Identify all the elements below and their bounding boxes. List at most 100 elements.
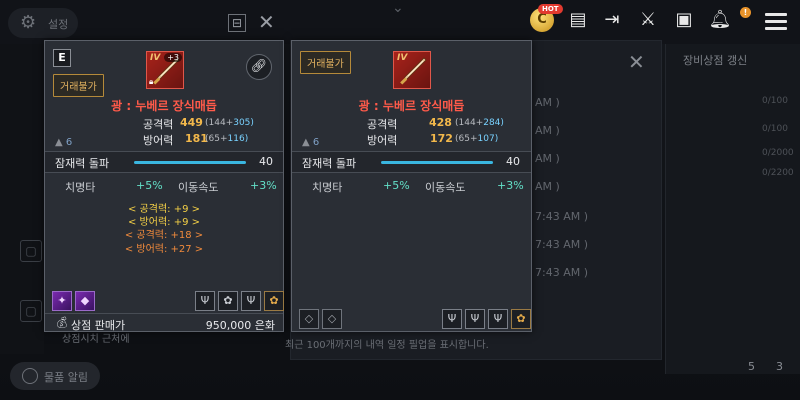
- bonus-line: < 공격력: +18 >: [124, 230, 204, 241]
- side-count: 0/2000: [762, 148, 794, 158]
- tier-label: IV: [150, 53, 161, 63]
- side-count: 0/2200: [762, 168, 794, 178]
- history-time: AM ): [535, 152, 560, 165]
- exit-icon[interactable]: ⇥: [600, 8, 624, 32]
- side-icon[interactable]: ▢: [20, 240, 42, 262]
- crit-label: 치명타: [65, 181, 96, 194]
- hot-badge: HOT: [538, 4, 563, 14]
- weight: ▲ 6: [302, 137, 319, 148]
- price-label: 상점 판매가: [71, 319, 126, 332]
- shop-price-row: 💰︎ 상점 판매가 950,000 은화: [45, 313, 283, 332]
- weight: ▲ 6: [55, 137, 72, 148]
- defense-label: 방어력: [367, 134, 398, 147]
- bell-outline-icon: [22, 368, 38, 384]
- rune-flower-gold-icon[interactable]: ✿: [511, 309, 531, 329]
- menu-bar: [765, 13, 787, 16]
- defense-value: 172: [430, 132, 453, 145]
- speed-label: 이동속도: [178, 181, 219, 194]
- item-name: 광 : 누베르 장식매듭: [358, 99, 465, 113]
- history-footnote: 최근 100개까지의 내역 일정 필업을 표시합니다.: [285, 340, 489, 351]
- speed-label: 이동속도: [425, 181, 466, 194]
- potential-value: 40: [506, 155, 520, 168]
- bell-icon[interactable]: 🔔︎: [708, 8, 732, 32]
- side-count: 0/100: [762, 96, 788, 106]
- price-value: 950,000 은화: [205, 319, 275, 332]
- item-icon: IV: [393, 51, 431, 89]
- menu-bar: [765, 27, 787, 30]
- history-time: 7:43 AM ): [535, 210, 589, 223]
- attack-detail: (144+305): [205, 118, 254, 128]
- weight-value: 6: [65, 137, 73, 148]
- battle-icon[interactable]: ⚔: [636, 8, 660, 32]
- crit-value: +5%: [136, 179, 163, 192]
- rune-trident-icon[interactable]: Ψ: [241, 291, 261, 311]
- attack-value: 428: [429, 116, 452, 129]
- history-time: AM ): [535, 124, 560, 137]
- empty-gem-slot[interactable]: ◇: [322, 309, 342, 329]
- pager-right[interactable]: 3: [776, 360, 783, 373]
- crit-value: +5%: [383, 179, 410, 192]
- defense-detail: (65+116): [205, 134, 248, 144]
- rune-flower-icon[interactable]: ✿: [218, 291, 238, 311]
- enhance-badge: +3: [164, 53, 182, 62]
- history-time: AM ): [535, 96, 560, 109]
- speed-value: +3%: [497, 179, 524, 192]
- trade-status-badge: 거래불가: [300, 51, 351, 74]
- notification-badge: !: [740, 7, 751, 18]
- chevron-down-icon[interactable]: ⌄: [392, 0, 404, 16]
- potential-bar: [381, 161, 493, 164]
- codex-icon[interactable]: ▤: [566, 8, 590, 32]
- pager: 5 3: [748, 360, 783, 373]
- weight-icon: ▲: [55, 137, 63, 148]
- settings-label: 설정: [48, 18, 69, 31]
- compare-item-tooltip: 거래불가 IV 광 : 누베르 장식매듭 공격력 428 (144+284) 방…: [291, 40, 532, 332]
- link-button[interactable]: 🔗︎: [246, 54, 272, 80]
- gem-slot-purple[interactable]: ✦: [52, 291, 72, 311]
- weight-icon: ▲: [302, 137, 310, 148]
- shop-refresh-panel: [665, 44, 800, 374]
- item-notify-label: 물품 알림: [44, 371, 88, 384]
- gear-icon: ⚙: [20, 12, 37, 33]
- rune-trident-icon[interactable]: Ψ: [195, 291, 215, 311]
- potential-label: 잠재력 돌파: [55, 157, 110, 170]
- gem-slot-purple[interactable]: ◆: [75, 291, 95, 311]
- item-name: 광 : 누베르 장식매듭: [111, 99, 217, 113]
- attack-detail: (144+284): [455, 118, 504, 128]
- grade-badge: E: [53, 49, 71, 67]
- history-time: 7:43 AM ): [535, 238, 589, 251]
- settings-tab[interactable]: ⚙ 설정: [8, 8, 78, 38]
- bonus-line: < 방어력: +27 >: [124, 244, 204, 255]
- defense-plus: 116): [227, 134, 249, 144]
- attack-plus: 305): [233, 118, 254, 128]
- rune-trident-icon[interactable]: Ψ: [488, 309, 508, 329]
- speed-value: +3%: [250, 179, 277, 192]
- divider: [45, 172, 283, 173]
- potential-value: 40: [259, 155, 273, 168]
- close-icon[interactable]: ✕: [258, 10, 275, 34]
- defense-plus: 107): [477, 134, 499, 144]
- pager-left[interactable]: 5: [748, 360, 755, 373]
- rune-flower-gold-icon[interactable]: ✿: [264, 291, 284, 311]
- inventory-icon[interactable]: ▣: [672, 8, 696, 32]
- history-close-icon[interactable]: ✕: [628, 50, 645, 74]
- rune-trident-icon[interactable]: Ψ: [465, 309, 485, 329]
- item-notify-button[interactable]: 물품 알림: [10, 362, 100, 390]
- trade-status-badge: 거래불가: [53, 74, 104, 97]
- empty-gem-slot[interactable]: ◇: [299, 309, 319, 329]
- rune-trident-icon[interactable]: Ψ: [442, 309, 462, 329]
- potential-label: 잠재력 돌파: [302, 157, 357, 170]
- money-bag-icon: 💰︎: [55, 316, 69, 329]
- side-icon[interactable]: ▢: [20, 300, 42, 322]
- history-time: AM ): [535, 180, 560, 193]
- link-icon: 🔗︎: [250, 59, 268, 74]
- menu-bar: [765, 20, 787, 23]
- minimize-icon[interactable]: ⊟: [228, 14, 246, 32]
- defense-base: (65+: [455, 134, 478, 144]
- crit-label: 치명타: [312, 181, 343, 194]
- attack-label: 공격력: [143, 118, 174, 131]
- history-time: 7:43 AM ): [535, 266, 589, 279]
- tier-label: IV: [397, 53, 408, 63]
- attack-base: (144+: [205, 118, 234, 128]
- defense-base: (65+: [205, 134, 228, 144]
- divider: [292, 172, 531, 173]
